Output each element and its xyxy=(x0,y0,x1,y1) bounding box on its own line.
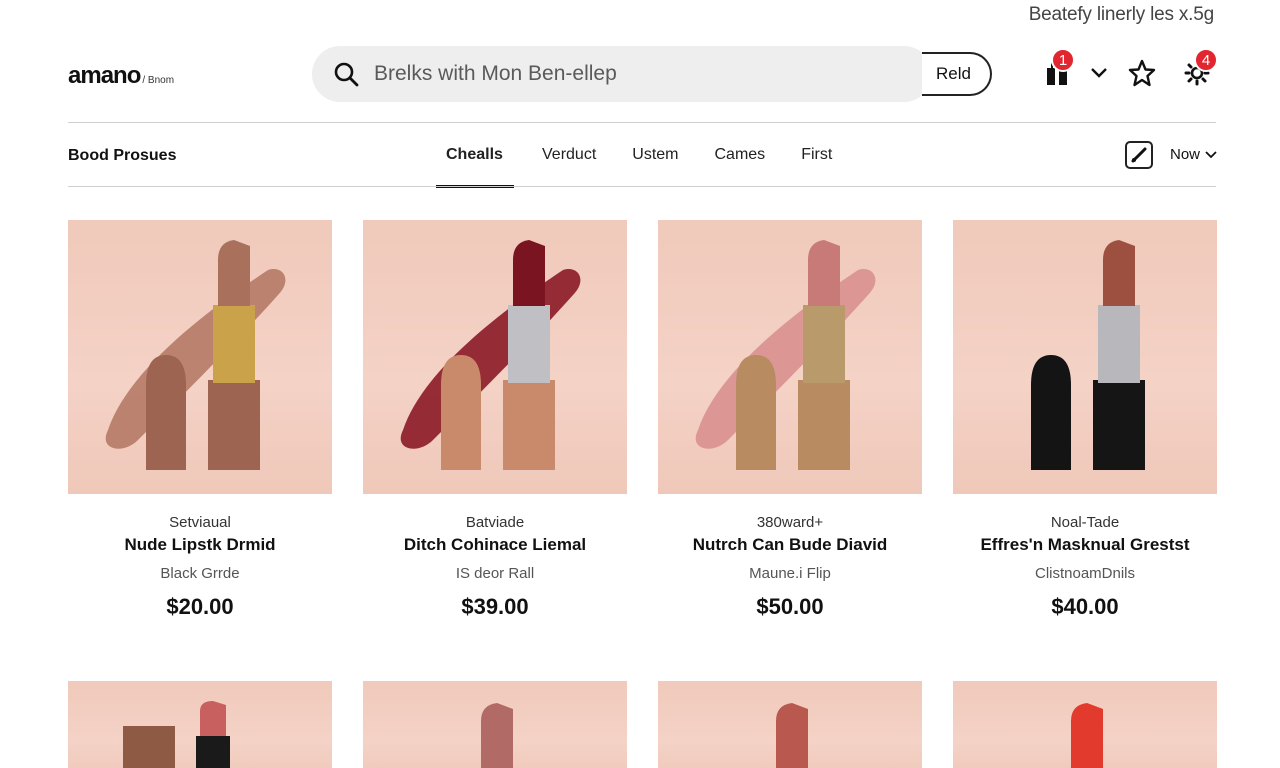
product-shade: Black Grrde xyxy=(160,565,240,582)
lipstick-bullet xyxy=(218,240,250,306)
product-card[interactable]: 380ward+ Nutrch Can Bude Diavid Maune.i … xyxy=(658,220,922,620)
product-price: $40.00 xyxy=(1051,594,1119,619)
tab-ustem[interactable]: Ustem xyxy=(614,124,696,186)
lipstick-bullet xyxy=(1071,703,1103,768)
lipstick-tube xyxy=(213,305,255,383)
lipstick-bullet xyxy=(776,703,808,768)
tab-verduct[interactable]: Verduct xyxy=(524,124,614,186)
product-name[interactable]: Nutrch Can Bude Diavid xyxy=(658,535,922,555)
lipstick-cap xyxy=(1031,355,1071,470)
edit-view-button[interactable] xyxy=(1125,141,1153,169)
product-card[interactable] xyxy=(658,681,922,768)
lipstick-illustration xyxy=(123,701,230,768)
product-image[interactable] xyxy=(68,220,332,494)
product-image[interactable] xyxy=(658,681,922,768)
product-shade: ClistnoamDnils xyxy=(1034,565,1136,582)
lipstick-bullet xyxy=(513,240,545,306)
lipstick-bullet xyxy=(481,703,513,768)
lipstick-cap xyxy=(441,355,481,470)
lipstick-illustration xyxy=(481,703,513,768)
product-card[interactable] xyxy=(363,681,627,768)
lipstick-tube xyxy=(1098,305,1140,383)
lipstick-base xyxy=(503,380,555,470)
lipstick-illustration xyxy=(776,703,808,768)
product-card[interactable] xyxy=(953,681,1217,768)
lipstick-tube xyxy=(803,305,845,383)
product-card[interactable]: Setviaual Nude Lipstk Drmid Black Grrde … xyxy=(68,220,332,620)
product-image[interactable] xyxy=(363,681,627,768)
lipstick-illustration xyxy=(1031,240,1145,470)
lipstick-cap xyxy=(736,355,776,470)
product-price: $20.00 xyxy=(166,594,234,619)
cart-button[interactable]: 1 xyxy=(1040,48,1075,90)
sort-label: Now xyxy=(1170,146,1201,163)
product-shade: IS deor Rall xyxy=(455,565,535,582)
lipstick-base xyxy=(798,380,850,470)
tab-first[interactable]: First xyxy=(783,124,850,186)
logo-text: amano xyxy=(68,62,141,89)
product-name[interactable]: Effres'n Masknual Grestst xyxy=(953,535,1217,555)
lipstick-base xyxy=(208,380,260,470)
lipstick-base xyxy=(196,736,230,768)
product-shade: Maune.i Flip xyxy=(749,565,831,582)
lipstick-illustration xyxy=(695,240,876,470)
lipstick-illustration xyxy=(400,240,581,470)
star-icon xyxy=(1128,59,1156,87)
category-title: Bood Prosues xyxy=(68,147,177,164)
pencil-icon xyxy=(1131,147,1147,163)
product-card[interactable]: Batviade Ditch Cohinace Liemal IS deor R… xyxy=(363,220,627,620)
header-divider xyxy=(68,122,1216,123)
product-brand: Batviade xyxy=(465,514,525,531)
lipstick-tube xyxy=(508,305,550,383)
search-input[interactable] xyxy=(374,46,914,102)
search-submit-button[interactable]: Reld xyxy=(922,52,992,96)
settings-badge: 4 xyxy=(1194,48,1218,72)
product-brand: Noal-Tade xyxy=(1050,514,1120,531)
account-dropdown[interactable] xyxy=(1082,56,1116,90)
header: amano/ Bnom Reld 1 xyxy=(0,44,1280,104)
lipstick-cap xyxy=(146,355,186,470)
product-card[interactable]: Noal-Tade Effres'n Masknual Grestst Clis… xyxy=(953,220,1217,620)
product-name[interactable]: Ditch Cohinace Liemal xyxy=(363,535,627,555)
tab-chealls[interactable]: Chealls xyxy=(436,124,514,188)
product-name[interactable]: Nude Lipstk Drmid xyxy=(68,535,332,555)
search-bar xyxy=(312,46,932,102)
sort-dropdown[interactable]: Now xyxy=(1170,146,1218,163)
settings-button[interactable]: 4 xyxy=(1180,48,1218,90)
product-price: $50.00 xyxy=(756,594,824,619)
product-image[interactable] xyxy=(68,681,332,768)
chevron-down-icon xyxy=(1205,150,1217,158)
product-price: $39.00 xyxy=(461,594,529,619)
product-brand: 380ward+ xyxy=(756,514,824,531)
product-image[interactable] xyxy=(658,220,922,494)
product-brand: Setviaual xyxy=(169,514,231,531)
lipstick-bullet xyxy=(1103,240,1135,306)
product-card[interactable] xyxy=(68,681,332,768)
cart-badge: 1 xyxy=(1051,48,1075,72)
favorites-button[interactable] xyxy=(1125,56,1159,90)
search-icon[interactable] xyxy=(332,60,360,88)
lipstick-illustration xyxy=(1071,703,1103,768)
lipstick-bullet xyxy=(200,701,226,736)
lipstick-cap xyxy=(123,726,175,768)
product-image[interactable] xyxy=(953,681,1217,768)
lipstick-illustration xyxy=(105,240,286,470)
category-bar: Bood Prosues Chealls Verduct Ustem Cames… xyxy=(0,124,1280,188)
lipstick-base xyxy=(1093,380,1145,470)
tab-cames[interactable]: Cames xyxy=(697,124,784,186)
lipstick-bullet xyxy=(808,240,840,306)
category-divider xyxy=(68,186,1216,187)
chevron-down-icon xyxy=(1091,68,1107,78)
product-image[interactable] xyxy=(363,220,627,494)
product-image[interactable] xyxy=(953,220,1217,494)
top-banner-text: Beatefy linerly les x.5g xyxy=(1028,4,1214,25)
logo-subtext: / Bnom xyxy=(142,75,175,86)
logo[interactable]: amano / Bnom xyxy=(68,62,174,90)
category-tabs: Chealls Verduct Ustem Cames First xyxy=(436,124,850,188)
